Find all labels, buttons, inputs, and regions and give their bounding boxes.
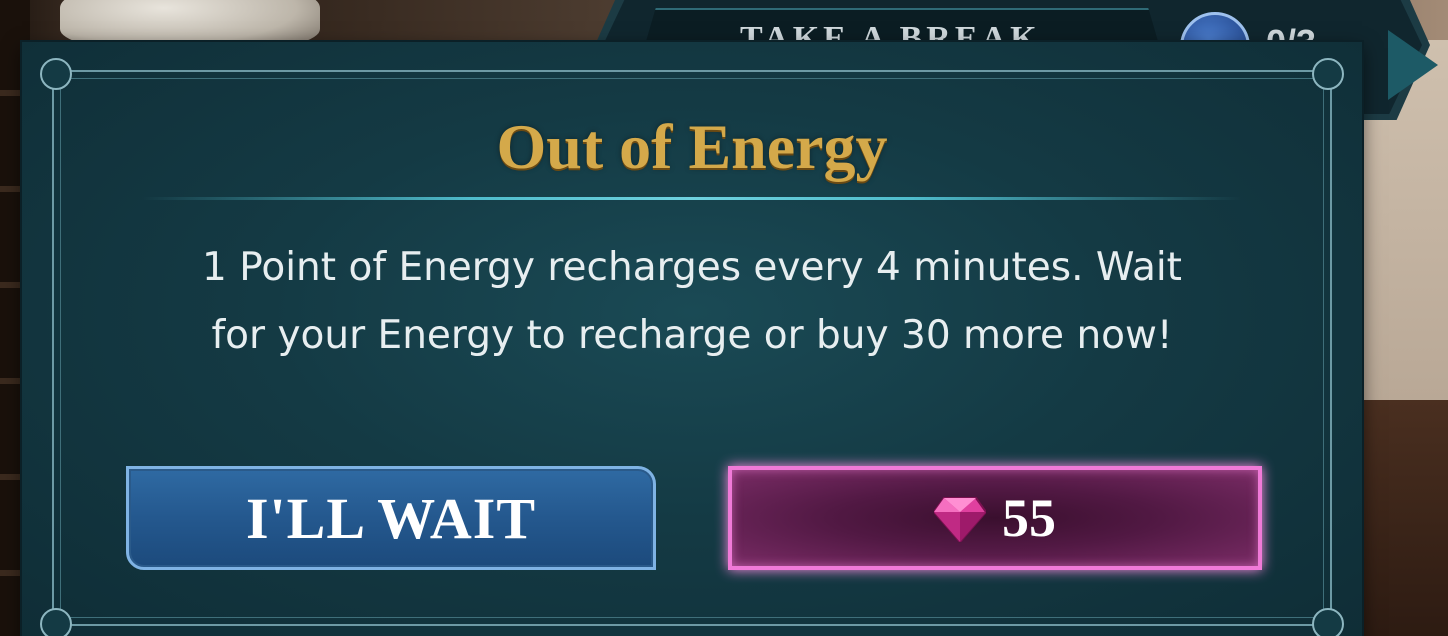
title-divider <box>142 197 1242 200</box>
dialog-title: Out of Energy <box>496 111 888 182</box>
corner-ornament-icon <box>40 608 72 636</box>
message-line-1: 1 Point of Energy recharges every 4 minu… <box>202 245 1182 290</box>
message-line-2: for your Energy to recharge or buy 30 mo… <box>211 313 1173 358</box>
ill-wait-label: I'LL WAIT <box>245 485 537 551</box>
ill-wait-button[interactable]: I'LL WAIT <box>126 466 656 570</box>
buy-energy-button[interactable]: 55 <box>728 466 1262 570</box>
out-of-energy-dialog: Out of Energy 1 Point of Energy recharge… <box>22 42 1362 636</box>
corner-ornament-icon <box>40 58 72 90</box>
gem-icon <box>934 497 986 542</box>
dialog-message: 1 Point of Energy recharges every 4 minu… <box>132 234 1252 370</box>
background-wood-panel <box>1348 400 1448 636</box>
corner-ornament-icon <box>1312 58 1344 90</box>
corner-ornament-icon <box>1312 608 1344 636</box>
game-scene: TAKE A BREAK 0/3 Out of Energy 1 Point o… <box>0 0 1448 636</box>
buy-price-label: 55 <box>1002 488 1056 548</box>
